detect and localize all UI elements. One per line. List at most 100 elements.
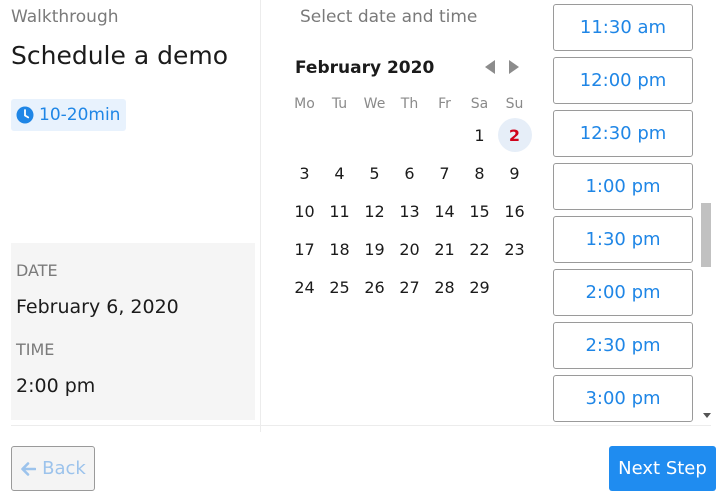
calendar-empty-cell	[357, 116, 392, 154]
prev-month-button[interactable]	[482, 58, 498, 76]
calendar-day[interactable]: 25	[322, 268, 357, 306]
back-label: Back	[42, 458, 86, 479]
calendar-day[interactable]: 27	[392, 268, 427, 306]
calendar-day-number: 1	[474, 125, 485, 145]
calendar-day[interactable]: 18	[322, 230, 357, 268]
calendar-day-number: 14	[434, 201, 455, 221]
calendar-day[interactable]: 2	[497, 116, 532, 154]
calendar-day[interactable]: 19	[357, 230, 392, 268]
calendar-day-number: 4	[334, 163, 345, 183]
calendar-day-number: 26	[364, 277, 385, 297]
calendar-day[interactable]: 21	[427, 230, 462, 268]
calendar-heading: Select date and time	[300, 7, 478, 27]
calendar-day-number: 7	[439, 163, 450, 183]
calendar-day[interactable]: 16	[497, 192, 532, 230]
time-slot-button[interactable]: 2:00 pm	[553, 269, 693, 316]
calendar-day-number: 29	[469, 277, 490, 297]
time-slot-button[interactable]: 1:30 pm	[553, 216, 693, 263]
month-label: February 2020	[295, 58, 435, 78]
calendar-day[interactable]: 13	[392, 192, 427, 230]
duration-text: 10-20min	[39, 105, 121, 125]
calendar-day-number: 5	[369, 163, 380, 183]
weekday-label: Tu	[331, 96, 348, 112]
arrow-left-icon	[21, 461, 37, 476]
calendar-day-number: 16	[504, 201, 525, 221]
page-title: Schedule a demo	[11, 41, 228, 70]
triangle-left-icon	[485, 60, 495, 74]
calendar-day[interactable]: 5	[357, 154, 392, 192]
calendar-day[interactable]: 14	[427, 192, 462, 230]
weekday-label: Th	[400, 96, 419, 112]
calendar-day[interactable]: 12	[357, 192, 392, 230]
date-label: DATE	[16, 261, 58, 280]
walkthrough-label: Walkthrough	[11, 7, 119, 27]
calendar-day-number: 23	[504, 239, 525, 259]
weekday-label: Fr	[438, 96, 451, 112]
calendar-day-number: 17	[294, 239, 315, 259]
time-slot-button[interactable]: 12:30 pm	[553, 110, 693, 157]
calendar-day[interactable]: 29	[462, 268, 497, 306]
calendar-day[interactable]: 22	[462, 230, 497, 268]
calendar-day[interactable]: 23	[497, 230, 532, 268]
duration-badge: 10-20min	[11, 99, 127, 131]
weekday-label: Su	[505, 96, 524, 112]
summary-panel: Walkthrough Schedule a demo 10-20min DAT…	[0, 0, 260, 432]
calendar-day-number: 22	[469, 239, 490, 259]
calendar-empty-cell	[497, 268, 532, 306]
calendar-day-number: 2	[497, 118, 532, 152]
calendar-day-number: 25	[329, 277, 350, 297]
calendar-day-number: 12	[364, 201, 385, 221]
calendar-day[interactable]: 15	[462, 192, 497, 230]
scrollbar-thumb[interactable]	[701, 203, 711, 267]
calendar-day-number: 18	[329, 239, 350, 259]
time-slot-button[interactable]: 2:30 pm	[553, 322, 693, 369]
next-step-button[interactable]: Next Step	[609, 446, 716, 491]
calendar-empty-cell	[392, 116, 427, 154]
calendar-day-number: 21	[434, 239, 455, 259]
calendar-empty-cell	[287, 116, 322, 154]
calendar-day[interactable]: 26	[357, 268, 392, 306]
calendar-day-number: 8	[474, 163, 485, 183]
calendar-day[interactable]: 20	[392, 230, 427, 268]
calendar-grid: Mo Tu We Th Fr Sa Su 1 2 3 4 5 6 7 8 9 10 11 12 13 14 15 16 17 1…	[287, 92, 532, 306]
calendar-day[interactable]: 8	[462, 154, 497, 192]
calendar-day[interactable]: 17	[287, 230, 322, 268]
calendar-day-number: 28	[434, 277, 455, 297]
calendar-day[interactable]: 10	[287, 192, 322, 230]
calendar-day-number: 27	[399, 277, 420, 297]
calendar-day[interactable]: 11	[322, 192, 357, 230]
weekday-label: We	[363, 96, 386, 112]
selection-summary: DATE February 6, 2020 TIME 2:00 pm	[11, 243, 255, 420]
calendar-day[interactable]: 24	[287, 268, 322, 306]
calendar-empty-cell	[322, 116, 357, 154]
calendar-day-number: 15	[469, 201, 490, 221]
calendar-day-number: 19	[364, 239, 385, 259]
calendar-day[interactable]: 6	[392, 154, 427, 192]
footer-divider	[11, 425, 711, 426]
divider	[260, 0, 261, 432]
calendar-day[interactable]: 7	[427, 154, 462, 192]
calendar-day[interactable]: 1	[462, 116, 497, 154]
triangle-right-icon	[509, 60, 519, 74]
weekday-label: Sa	[470, 96, 489, 112]
time-slot-scrollbar[interactable]	[700, 0, 713, 422]
calendar-day-number: 6	[404, 163, 415, 183]
calendar-day-number: 24	[294, 277, 315, 297]
next-month-button[interactable]	[506, 58, 522, 76]
time-label: TIME	[16, 340, 55, 359]
calendar-day-number: 20	[399, 239, 420, 259]
weekday-label: Mo	[294, 96, 315, 112]
time-slot-button[interactable]: 12:00 pm	[553, 57, 693, 104]
back-button[interactable]: Back	[11, 446, 95, 491]
time-value: 2:00 pm	[16, 375, 96, 397]
date-value: February 6, 2020	[16, 296, 179, 318]
time-slot-button[interactable]: 1:00 pm	[553, 163, 693, 210]
scroll-down-icon[interactable]	[703, 413, 711, 418]
time-slot-button[interactable]: 3:00 pm	[553, 375, 693, 422]
calendar-day[interactable]: 28	[427, 268, 462, 306]
calendar-day[interactable]: 9	[497, 154, 532, 192]
calendar-day[interactable]: 3	[287, 154, 322, 192]
calendar-day-number: 13	[399, 201, 420, 221]
time-slot-button[interactable]: 11:30 am	[553, 4, 693, 51]
calendar-day[interactable]: 4	[322, 154, 357, 192]
